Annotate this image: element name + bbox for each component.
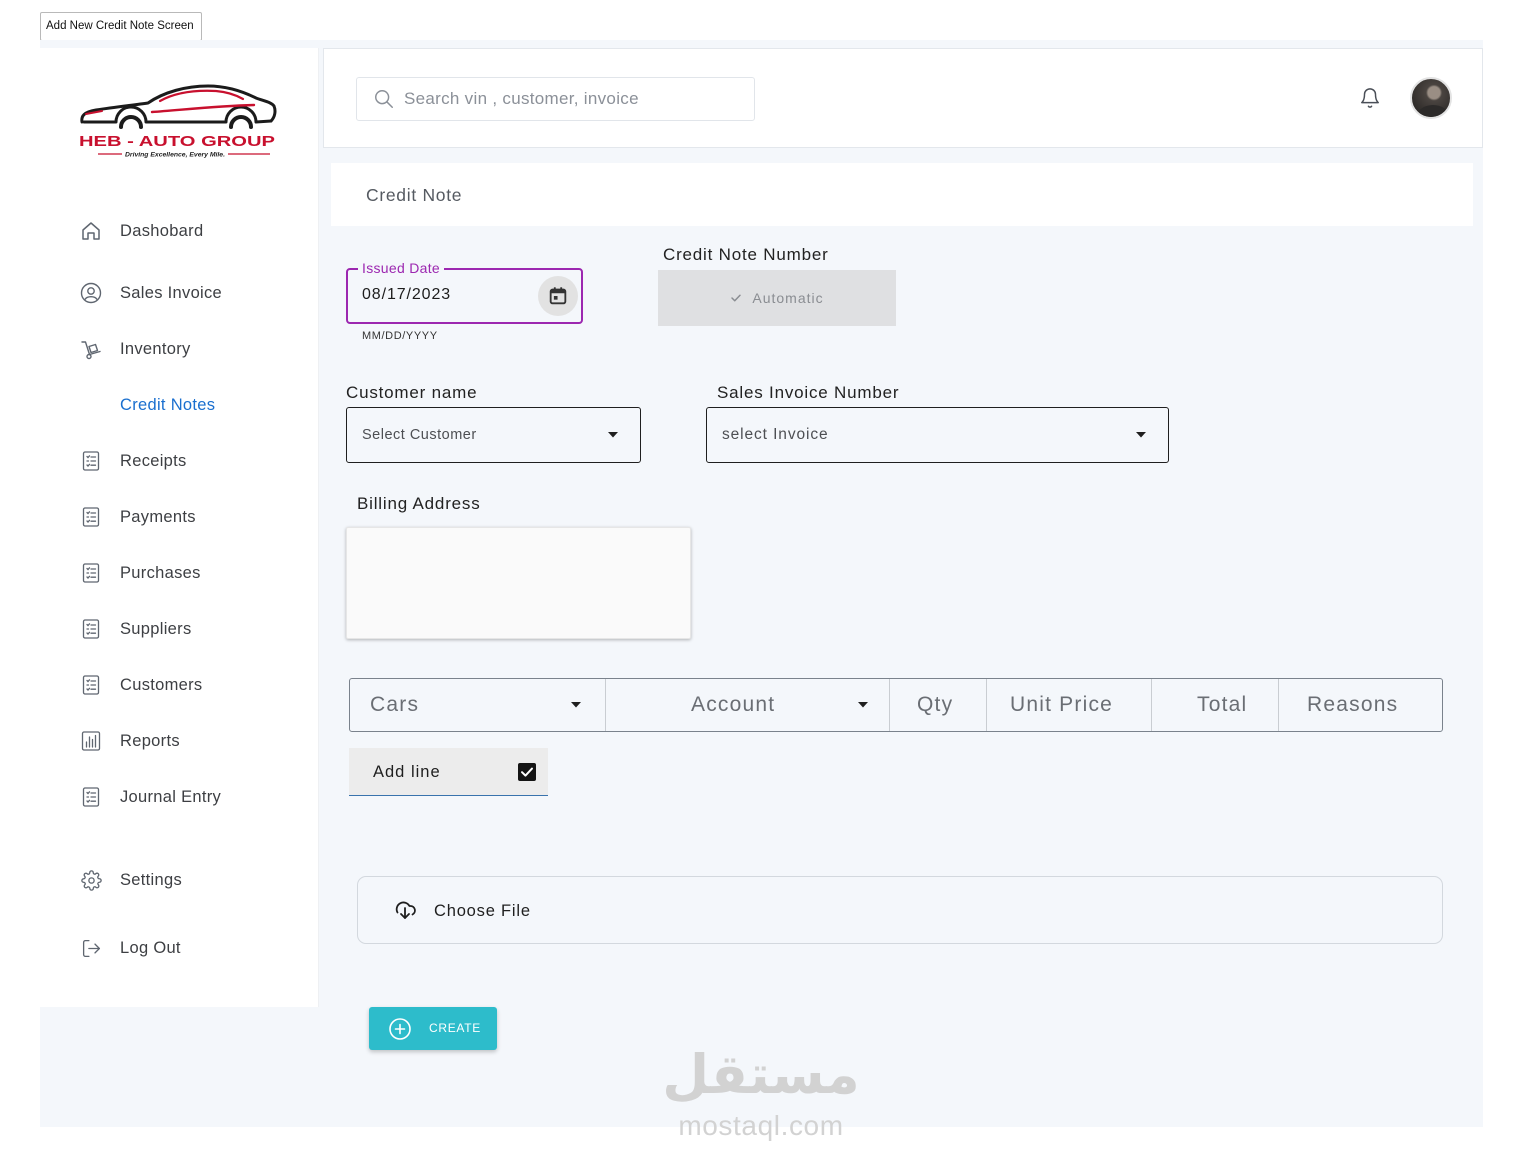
sidebar-item-inventory[interactable]: Inventory xyxy=(78,331,308,367)
sidebar-item-label: Reports xyxy=(120,731,180,750)
watermark-latin: mostaql.com xyxy=(678,1110,844,1141)
issued-date-helper: MM/DD/YYYY xyxy=(362,330,438,342)
column-header-label: Qty xyxy=(917,693,954,716)
sidebar-item-receipts[interactable]: Receipts xyxy=(78,443,308,479)
sidebar-item-suppliers[interactable]: Suppliers xyxy=(78,611,308,647)
sidebar-item-label: Dashobard xyxy=(120,221,204,240)
logo-brand-text: HEB - AUTO GROUP xyxy=(79,133,275,150)
cloud-download-icon xyxy=(395,901,416,919)
hand-truck-icon xyxy=(78,336,104,362)
bar-chart-document-icon xyxy=(78,728,104,754)
screen-label: Add New Credit Note Screen xyxy=(40,12,202,41)
sidebar-item-label: Log Out xyxy=(120,938,181,957)
sidebar-item-journal-entry[interactable]: Journal Entry xyxy=(78,779,308,815)
check-icon xyxy=(731,294,742,302)
sidebar-item-label: Receipts xyxy=(120,451,187,470)
chevron-down-icon xyxy=(608,432,618,438)
column-header-label: Account xyxy=(691,693,776,716)
sidebar-item-label: Payments xyxy=(120,507,196,526)
add-line-button[interactable]: Add line xyxy=(349,748,548,796)
search-bar[interactable] xyxy=(356,77,755,121)
column-unit-price: Unit Price xyxy=(987,679,1152,731)
column-total: Total xyxy=(1152,679,1279,731)
user-circle-icon xyxy=(78,280,104,306)
checkbox-checked-icon[interactable] xyxy=(518,763,536,781)
chevron-down-icon xyxy=(571,702,581,708)
list-document-icon xyxy=(78,448,104,474)
billing-address-label: Billing Address xyxy=(357,494,481,513)
issued-date-value[interactable]: 08/17/2023 xyxy=(362,286,451,304)
sidebar-item-dashboard[interactable]: Dashobard xyxy=(78,213,308,249)
sidebar-item-payments[interactable]: Payments xyxy=(78,499,308,535)
user-avatar[interactable] xyxy=(1410,77,1452,119)
column-header-label: Reasons xyxy=(1307,693,1399,716)
gear-icon xyxy=(78,867,104,893)
credit-note-number-field: Automatic xyxy=(658,270,896,326)
sidebar-item-log-out[interactable]: Log Out xyxy=(78,930,308,966)
chevron-down-icon xyxy=(1136,432,1146,438)
bell-icon[interactable] xyxy=(1359,87,1381,109)
logout-icon xyxy=(78,935,104,961)
column-cars[interactable]: Cars xyxy=(350,679,606,731)
sidebar-item-sales-invoice[interactable]: Sales Invoice xyxy=(78,275,308,311)
customer-name-label: Customer name xyxy=(346,383,478,402)
sidebar-item-credit-notes[interactable]: Credit Notes xyxy=(78,387,308,423)
credit-note-number-value: Automatic xyxy=(752,290,824,306)
create-button-label: CREATE xyxy=(429,1021,481,1035)
invoice-select-placeholder: select Invoice xyxy=(722,426,829,443)
page-title-bar: Credit Note xyxy=(331,163,1473,226)
billing-address-textarea[interactable] xyxy=(346,527,691,639)
list-document-icon xyxy=(78,672,104,698)
list-document-icon xyxy=(78,784,104,810)
home-icon xyxy=(78,218,104,244)
top-header xyxy=(323,48,1483,148)
sidebar-item-label: Sales Invoice xyxy=(120,283,223,302)
page-title: Credit Note xyxy=(366,185,463,205)
invoice-select[interactable]: select Invoice xyxy=(706,407,1169,463)
column-qty: Qty xyxy=(890,679,987,731)
line-items-header: Cars Account Qty Unit Price Total Reason… xyxy=(349,678,1443,732)
sidebar-item-purchases[interactable]: Purchases xyxy=(78,555,308,591)
create-button[interactable]: CREATE xyxy=(369,1007,497,1050)
logo-tagline: Driving Excellence, Every Mile. xyxy=(125,152,225,159)
sidebar-item-label: Inventory xyxy=(120,339,191,358)
plus-circle-icon xyxy=(389,1018,411,1040)
sidebar-item-label: Purchases xyxy=(120,563,201,582)
sidebar-item-customers[interactable]: Customers xyxy=(78,667,308,703)
sidebar-item-label: Credit Notes xyxy=(120,395,216,414)
watermark-arabic: مستقل xyxy=(662,1043,860,1106)
customer-select-placeholder: Select Customer xyxy=(362,427,477,443)
column-account[interactable]: Account xyxy=(606,679,890,731)
choose-file-dropzone[interactable]: Choose File xyxy=(357,876,1443,944)
column-header-label: Unit Price xyxy=(1010,693,1114,716)
sidebar-item-label: Journal Entry xyxy=(120,787,222,806)
list-document-icon xyxy=(78,560,104,586)
choose-file-label: Choose File xyxy=(434,902,531,920)
list-document-icon xyxy=(78,616,104,642)
column-header-label: Cars xyxy=(370,693,420,716)
company-logo: HEB - AUTO GROUP Driving Excellence, Eve… xyxy=(79,84,277,159)
sidebar-item-reports[interactable]: Reports xyxy=(78,723,308,759)
calendar-icon xyxy=(549,287,567,305)
sidebar-item-label: Customers xyxy=(120,675,203,694)
column-reasons: Reasons xyxy=(1279,679,1442,731)
sidebar-item-settings[interactable]: Settings xyxy=(78,862,308,898)
search-icon xyxy=(375,90,393,108)
chevron-down-icon xyxy=(858,702,868,708)
sidebar-item-label: Settings xyxy=(120,870,183,889)
credit-note-number-label: Credit Note Number xyxy=(663,245,829,264)
customer-select[interactable]: Select Customer xyxy=(346,407,641,463)
list-document-icon xyxy=(78,504,104,530)
add-line-label: Add line xyxy=(373,763,441,781)
sales-invoice-number-label: Sales Invoice Number xyxy=(717,383,900,402)
calendar-button[interactable] xyxy=(538,276,578,316)
sidebar-item-label: Suppliers xyxy=(120,619,192,638)
column-header-label: Total xyxy=(1197,693,1248,716)
issued-date-label: Issued Date xyxy=(358,260,445,276)
search-input[interactable] xyxy=(404,89,744,109)
